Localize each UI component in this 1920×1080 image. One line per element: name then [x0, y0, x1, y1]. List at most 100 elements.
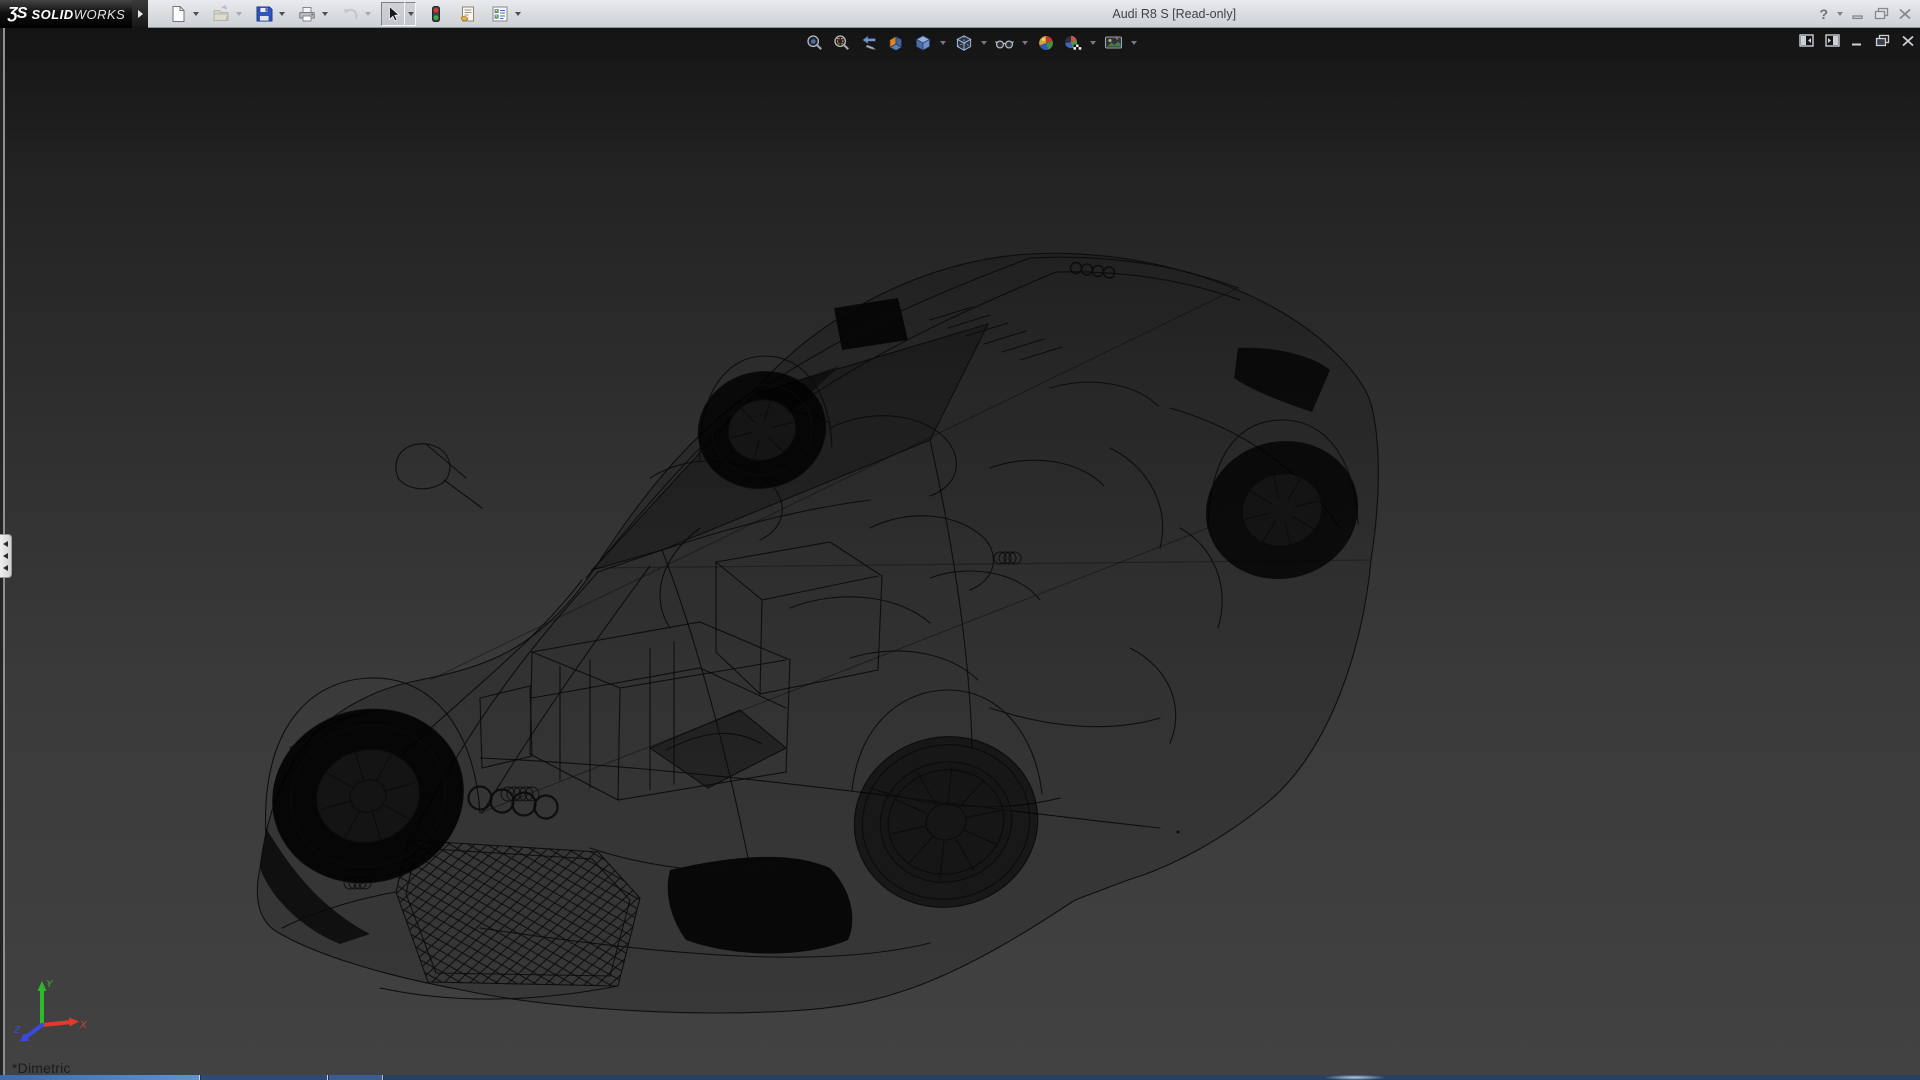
taskbar-edge — [0, 1075, 1920, 1080]
doc-pane-right-button[interactable] — [1825, 34, 1840, 47]
doc-close-icon — [1902, 35, 1914, 46]
reference-triad[interactable]: X Y Z — [12, 977, 88, 1049]
select-tool-button[interactable] — [381, 1, 405, 26]
view-settings-icon — [1104, 36, 1123, 49]
print-icon — [299, 6, 315, 21]
apply-scene-button[interactable] — [1061, 32, 1084, 54]
view-orientation-icon — [915, 35, 930, 51]
view-orientation-button[interactable] — [911, 32, 934, 54]
previous-view-button[interactable] — [857, 32, 880, 54]
app-close-button[interactable] — [1898, 8, 1912, 20]
save-floppy-icon — [256, 6, 273, 21]
print-dropdown[interactable] — [319, 2, 330, 26]
undo-button[interactable] — [338, 2, 362, 26]
window-title: Audi R8 S [Read-only] — [1112, 6, 1237, 21]
taskbar-segment[interactable] — [329, 1075, 383, 1080]
section-view-button[interactable] — [884, 32, 907, 54]
display-style-button[interactable] — [952, 32, 975, 54]
checkered-flag-icon — [1073, 44, 1082, 50]
app-minimize-button[interactable] — [1852, 8, 1865, 20]
options-button[interactable] — [488, 2, 512, 26]
doc-close-button[interactable] — [1901, 35, 1915, 47]
flyout-right-arrow-icon — [137, 10, 143, 18]
display-style-icon — [955, 35, 972, 52]
help-button[interactable]: ? — [1819, 6, 1828, 22]
save-button[interactable] — [252, 2, 276, 26]
edit-appearance-button[interactable] — [1034, 32, 1057, 54]
standard-toolbar — [166, 0, 529, 27]
doc-minimize-icon — [1852, 43, 1861, 45]
doc-minimize-button[interactable] — [1851, 35, 1864, 47]
undo-icon — [344, 7, 358, 19]
zoom-to-fit-button[interactable] — [803, 32, 826, 54]
graphics-area[interactable]: X Y Z *Dimetric — [0, 28, 1920, 1075]
edit-appearance-icon — [1038, 35, 1053, 51]
menu-flyout-arrow[interactable] — [132, 0, 148, 28]
taskbar-segment[interactable] — [0, 1075, 200, 1080]
previous-view-icon — [861, 35, 876, 50]
select-cursor-icon — [389, 5, 400, 21]
zoom-to-area-button[interactable] — [830, 32, 853, 54]
app-restore-button[interactable] — [1874, 7, 1889, 20]
solidworks-logo-mark: ƷS — [8, 5, 27, 22]
document-window-controls — [1799, 34, 1915, 47]
solidworks-logo-works: WORKS — [73, 6, 126, 22]
car-grille-mesh — [396, 840, 640, 986]
taskbar-segment[interactable] — [384, 1075, 1920, 1080]
options-dropdown[interactable] — [512, 2, 523, 26]
triad-z-label: Z — [13, 1025, 21, 1036]
feature-panel-splitter[interactable] — [0, 534, 12, 578]
collapse-left-arrow-icon — [3, 553, 8, 559]
view-settings-dropdown[interactable] — [1129, 32, 1139, 54]
restore-icon — [1874, 7, 1889, 20]
view-settings-button[interactable] — [1102, 32, 1125, 54]
display-style-dropdown[interactable] — [979, 32, 989, 54]
collapse-left-arrow-icon — [3, 541, 8, 547]
taskbar-segment[interactable] — [201, 1075, 328, 1080]
doc-restore-button[interactable] — [1875, 34, 1890, 47]
hide-show-items-dropdown[interactable] — [1020, 32, 1030, 54]
solidworks-logo: ƷS SOLIDWORKS — [0, 0, 132, 28]
hide-show-items-button[interactable] — [993, 32, 1016, 54]
undo-dropdown[interactable] — [362, 2, 373, 26]
model-wireframe-audi-r8[interactable] — [230, 228, 1400, 1028]
doc-restore-icon — [1875, 34, 1890, 47]
triad-y-label: Y — [46, 979, 54, 990]
view-orientation-dropdown[interactable] — [938, 32, 948, 54]
solidworks-logo-solid: SOLID — [31, 6, 74, 22]
taskbar-glow — [1325, 1075, 1385, 1080]
save-dropdown[interactable] — [276, 2, 287, 26]
headsup-view-toolbar — [803, 31, 1139, 55]
help-dropdown[interactable] — [1837, 11, 1843, 16]
apply-scene-icon — [1064, 35, 1082, 50]
options-checklist-icon — [492, 6, 508, 21]
new-document-dropdown[interactable] — [190, 2, 201, 26]
new-document-button[interactable] — [166, 2, 190, 26]
new-document-icon — [172, 5, 185, 22]
minimize-icon — [1852, 14, 1863, 19]
pane-left-icon — [1799, 34, 1814, 47]
pane-right-icon — [1825, 34, 1840, 47]
select-tool-dropdown[interactable] — [405, 1, 416, 26]
file-properties-button[interactable] — [456, 2, 480, 26]
print-button[interactable] — [295, 2, 319, 26]
rebuild-button[interactable] — [424, 2, 448, 26]
doc-pane-left-button[interactable] — [1799, 34, 1814, 47]
open-folder-icon — [213, 4, 229, 21]
view-orientation-name: *Dimetric — [12, 1060, 71, 1075]
close-icon — [1899, 8, 1911, 19]
rebuild-traffic-light-icon — [432, 5, 440, 22]
titlebar-controls: ? — [1819, 0, 1920, 27]
open-dropdown[interactable] — [233, 2, 244, 26]
apply-scene-dropdown[interactable] — [1088, 32, 1098, 54]
hide-show-items-glasses-icon — [995, 40, 1014, 49]
titlebar: ƷS SOLIDWORKS Audi R8 S [Read-only] ? — [0, 0, 1920, 28]
section-view-icon — [888, 35, 902, 52]
collapse-left-arrow-icon — [3, 565, 8, 571]
zoom-to-area-icon — [833, 35, 849, 50]
triad-x-label: X — [79, 1020, 87, 1031]
file-properties-icon — [460, 6, 474, 21]
open-button[interactable] — [209, 2, 233, 26]
zoom-to-fit-icon — [806, 35, 822, 50]
triad-x-arrow-icon — [69, 1017, 79, 1027]
